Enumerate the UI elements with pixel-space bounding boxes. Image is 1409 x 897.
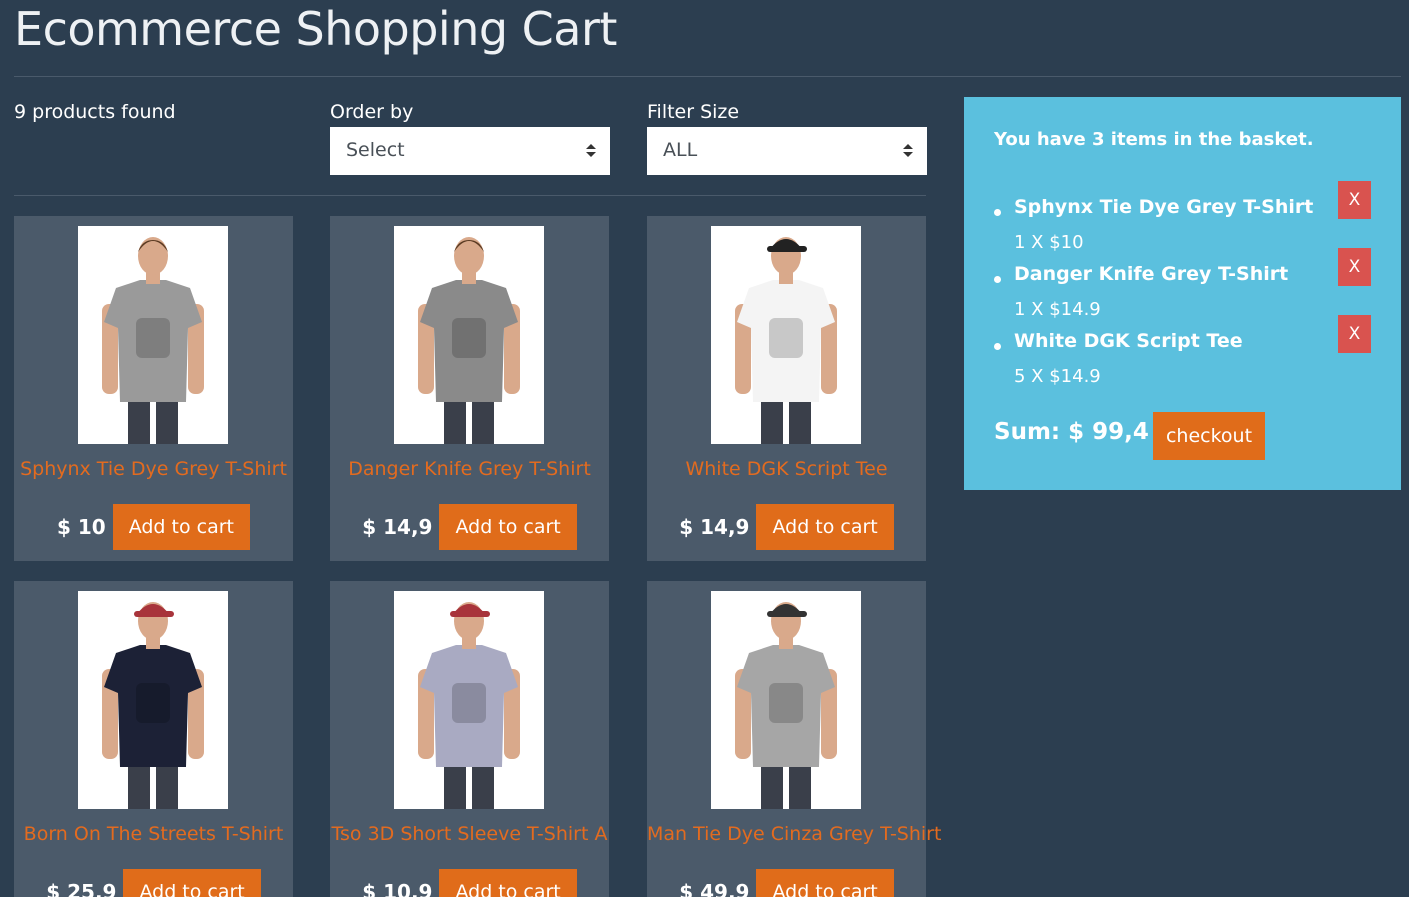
product-image[interactable] — [711, 226, 861, 444]
product-name[interactable]: Born On The Streets T-Shirt — [14, 823, 293, 845]
product-name[interactable]: Danger Knife Grey T-Shirt — [330, 458, 609, 480]
basket-item: White DGK Script Tee 5 X $14.9 X — [994, 315, 1374, 390]
remove-item-button[interactable]: X — [1338, 248, 1371, 286]
filter-size-select[interactable]: ALL — [647, 127, 927, 175]
product-card: Born On The Streets T-Shirt $ 25,9 Add t… — [14, 581, 293, 897]
basket-item-quantity: 5 X $14.9 — [1014, 366, 1101, 387]
remove-item-button[interactable]: X — [1338, 181, 1371, 219]
product-card: White DGK Script Tee $ 14,9 Add to cart — [647, 216, 926, 561]
product-image[interactable] — [394, 226, 544, 444]
basket-item: Danger Knife Grey T-Shirt 1 X $14.9 X — [994, 248, 1374, 323]
select-arrows-icon — [586, 141, 596, 161]
product-price: $ 10,9 — [362, 880, 433, 897]
basket-item-name: Sphynx Tie Dye Grey T-Shirt — [1014, 196, 1314, 218]
title-divider — [14, 76, 1401, 77]
basket-panel: You have 3 items in the basket. Sphynx T… — [964, 97, 1401, 490]
product-price: $ 49,9 — [679, 880, 750, 897]
bullet-icon — [994, 276, 1001, 283]
product-price: $ 14,9 — [679, 515, 750, 539]
basket-item-name: White DGK Script Tee — [1014, 330, 1243, 352]
filter-size-label: Filter Size — [647, 101, 740, 123]
select-arrows-icon — [903, 141, 913, 161]
order-by-label: Order by — [330, 101, 414, 123]
product-name[interactable]: Tso 3D Short Sleeve T-Shirt A — [330, 823, 609, 845]
product-name[interactable]: Sphynx Tie Dye Grey T-Shirt — [14, 458, 293, 480]
add-to-cart-button[interactable]: Add to cart — [112, 504, 250, 550]
bullet-icon — [994, 343, 1001, 350]
add-to-cart-button[interactable]: Add to cart — [756, 504, 894, 550]
products-count: 9 products found — [14, 101, 176, 123]
basket-item-quantity: 1 X $10 — [1014, 232, 1084, 253]
product-image[interactable] — [78, 226, 228, 444]
product-card: Tso 3D Short Sleeve T-Shirt A $ 10,9 Add… — [330, 581, 609, 897]
checkout-button[interactable]: checkout — [1153, 412, 1265, 460]
product-image[interactable] — [394, 591, 544, 809]
add-to-cart-button[interactable]: Add to cart — [123, 869, 261, 897]
filter-divider — [14, 195, 926, 196]
basket-item: Sphynx Tie Dye Grey T-Shirt 1 X $10 X — [994, 181, 1374, 256]
order-by-value: Select — [346, 139, 405, 161]
basket-item-quantity: 1 X $14.9 — [1014, 299, 1101, 320]
product-card: Man Tie Dye Cinza Grey T-Shirt $ 49,9 Ad… — [647, 581, 941, 897]
bullet-icon — [994, 209, 1001, 216]
add-to-cart-button[interactable]: Add to cart — [439, 869, 577, 897]
order-by-select[interactable]: Select — [330, 127, 610, 175]
product-card: Sphynx Tie Dye Grey T-Shirt $ 10 Add to … — [14, 216, 293, 561]
product-image[interactable] — [711, 591, 861, 809]
product-card: Danger Knife Grey T-Shirt $ 14,9 Add to … — [330, 216, 609, 561]
basket-sum: Sum: $ 99,4 — [994, 419, 1149, 445]
page-title: Ecommerce Shopping Cart — [14, 2, 617, 56]
product-price: $ 14,9 — [362, 515, 433, 539]
product-price: $ 10 — [56, 515, 106, 539]
basket-item-name: Danger Knife Grey T-Shirt — [1014, 263, 1289, 285]
basket-message: You have 3 items in the basket. — [994, 129, 1314, 150]
product-image[interactable] — [78, 591, 228, 809]
add-to-cart-button[interactable]: Add to cart — [756, 869, 894, 897]
remove-item-button[interactable]: X — [1338, 315, 1371, 353]
add-to-cart-button[interactable]: Add to cart — [439, 504, 577, 550]
product-name[interactable]: Man Tie Dye Cinza Grey T-Shirt — [647, 823, 941, 845]
product-price: $ 25,9 — [46, 880, 117, 897]
filter-size-value: ALL — [663, 139, 698, 161]
product-name[interactable]: White DGK Script Tee — [647, 458, 926, 480]
